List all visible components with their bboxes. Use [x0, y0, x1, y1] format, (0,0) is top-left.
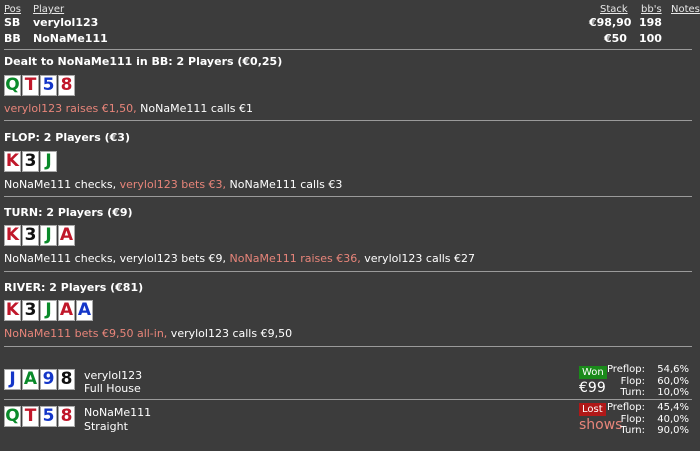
col-pos[interactable]: Pos — [4, 4, 21, 15]
divider — [4, 120, 692, 121]
hole-cards: QT58 — [4, 75, 75, 97]
divider — [4, 196, 692, 197]
stat-label: Preflop: — [606, 402, 645, 413]
playing-card: 8 — [58, 369, 75, 390]
stat-value: 40,0% — [657, 413, 689, 425]
river-actions: NoNaMe111 bets €9,50 all-in, verylol123 … — [4, 327, 292, 340]
player-name: NoNaMe111 — [33, 32, 108, 45]
equity-stats: Preflop: 45,4% Flop: 40,0% Turn: 90,0% — [600, 402, 689, 438]
divider — [4, 49, 692, 50]
col-stack[interactable]: Stack — [600, 4, 628, 15]
stat-label: Preflop: — [606, 364, 645, 375]
player-bbs: 100 — [639, 32, 662, 45]
turn-actions: NoNaMe111 checks, verylol123 bets €9, No… — [4, 252, 475, 265]
playing-card: J — [40, 225, 57, 246]
passive-action: NoNaMe111 calls €3 — [226, 178, 343, 191]
playing-card: 8 — [58, 75, 75, 96]
playing-card: J — [4, 369, 21, 390]
divider — [4, 346, 692, 347]
result-player-name: verylol123 — [84, 369, 143, 382]
col-notes[interactable]: Notes — [671, 4, 700, 15]
player-bbs: 198 — [639, 16, 662, 29]
playing-card: J — [40, 151, 57, 172]
stat-label: Turn: — [620, 425, 645, 436]
playing-card: Q — [4, 406, 21, 427]
result-hand: Full House — [84, 382, 141, 395]
playing-card: 3 — [22, 225, 39, 246]
playing-card: T — [22, 406, 39, 427]
playing-card: A — [22, 369, 39, 390]
playing-card: A — [76, 300, 93, 321]
playing-card: Q — [4, 75, 21, 96]
aggressive-action: verylol123 raises €1,50, — [4, 102, 137, 115]
aggressive-action: verylol123 bets €3, — [119, 178, 227, 191]
river-title: RIVER: 2 Players (€81) — [4, 281, 144, 294]
stat-value: 45,4% — [657, 402, 689, 413]
aggressive-action: NoNaMe111 bets €9,50 all-in, — [4, 327, 168, 340]
divider — [4, 399, 692, 400]
stat-value: 54,6% — [657, 364, 689, 375]
divider — [4, 271, 692, 272]
passive-action: verylol123 calls €9,50 — [167, 327, 293, 340]
stat-value: 60,0% — [657, 375, 689, 387]
passive-action: verylol123 calls €27 — [360, 252, 476, 265]
showdown-cards: JA98 — [4, 369, 75, 391]
preflop-actions: verylol123 raises €1,50, NoNaMe111 calls… — [4, 102, 253, 115]
player-stack: €50 — [604, 32, 627, 45]
showdown-cards: QT58 — [4, 406, 75, 428]
playing-card: 3 — [22, 151, 39, 172]
players-header: Pos Player Stack bb's Notes SB verylol12… — [0, 4, 700, 46]
flop-actions: NoNaMe111 checks, verylol123 bets €3, No… — [4, 178, 342, 191]
playing-card: A — [58, 300, 75, 321]
aggressive-action: NoNaMe111 raises €36, — [229, 252, 361, 265]
stat-value: 10,0% — [657, 387, 689, 398]
stat-label: Flop: — [620, 375, 645, 387]
flop-cards: K3J — [4, 151, 57, 173]
river-cards: K3JAA — [4, 300, 93, 322]
flop-title: FLOP: 2 Players (€3) — [4, 131, 130, 144]
playing-card: J — [40, 300, 57, 321]
col-bbs[interactable]: bb's — [641, 4, 662, 15]
stat-label: Flop: — [620, 413, 645, 425]
stat-label: Turn: — [620, 387, 645, 398]
result-hand: Straight — [84, 420, 128, 433]
playing-card: 9 — [40, 369, 57, 390]
playing-card: T — [22, 75, 39, 96]
col-player[interactable]: Player — [33, 4, 64, 15]
result-player-name: NoNaMe111 — [84, 406, 152, 419]
equity-stats: Preflop: 54,6% Flop: 60,0% Turn: 10,0% — [600, 364, 689, 400]
passive-action: NoNaMe111 calls €1 — [136, 102, 253, 115]
playing-card: 5 — [40, 406, 57, 427]
playing-card: 3 — [22, 300, 39, 321]
playing-card: K — [4, 151, 21, 172]
playing-card: 8 — [58, 406, 75, 427]
playing-card: 5 — [40, 75, 57, 96]
playing-card: A — [58, 225, 75, 246]
passive-action: NoNaMe111 checks, — [4, 178, 120, 191]
player-stack: €98,90 — [589, 16, 632, 29]
turn-cards: K3JA — [4, 225, 75, 247]
stat-value: 90,0% — [657, 425, 689, 436]
turn-title: TURN: 2 Players (€9) — [4, 206, 133, 219]
playing-card: K — [4, 300, 21, 321]
playing-card: K — [4, 225, 21, 246]
player-row: BB NoNaMe111 €50 100 — [0, 32, 700, 47]
player-pos: BB — [4, 32, 21, 45]
passive-action: NoNaMe111 checks, verylol123 bets €9, — [4, 252, 230, 265]
player-pos: SB — [4, 16, 21, 29]
player-name: verylol123 — [33, 16, 99, 29]
player-row: SB verylol123 €98,90 198 — [0, 16, 700, 31]
preflop-title: Dealt to NoNaMe111 in BB: 2 Players (€0,… — [4, 55, 283, 68]
